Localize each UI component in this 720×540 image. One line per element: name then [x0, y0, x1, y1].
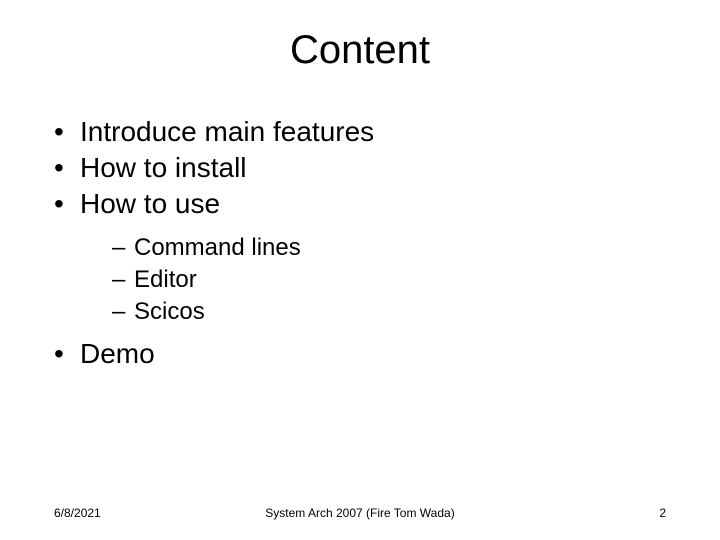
bullet-text: Demo	[80, 338, 155, 369]
list-item: Editor	[112, 265, 666, 295]
list-item: Introduce main features	[54, 115, 666, 149]
footer-page-number: 2	[659, 506, 666, 520]
footer-center: System Arch 2007 (Fire Tom Wada)	[0, 506, 720, 520]
list-item: How to use Command lines Editor Scicos	[54, 187, 666, 327]
bullet-text: Command lines	[134, 234, 301, 261]
list-item: Scicos	[112, 297, 666, 327]
slide-footer: 6/8/2021 System Arch 2007 (Fire Tom Wada…	[0, 500, 720, 520]
bullet-text: Editor	[134, 266, 197, 293]
sub-bullet-list: Command lines Editor Scicos	[80, 233, 666, 327]
bullet-text: Introduce main features	[80, 116, 374, 147]
bullet-text: How to use	[80, 188, 220, 219]
bullet-list: Introduce main features How to install H…	[54, 115, 666, 372]
list-item: How to install	[54, 151, 666, 185]
bullet-text: Scicos	[134, 298, 205, 325]
slide-body: Introduce main features How to install H…	[54, 115, 666, 374]
slide: Content Introduce main features How to i…	[0, 0, 720, 540]
list-item: Command lines	[112, 233, 666, 263]
bullet-text: How to install	[80, 152, 247, 183]
slide-title: Content	[0, 28, 720, 73]
list-item: Demo	[54, 337, 666, 371]
